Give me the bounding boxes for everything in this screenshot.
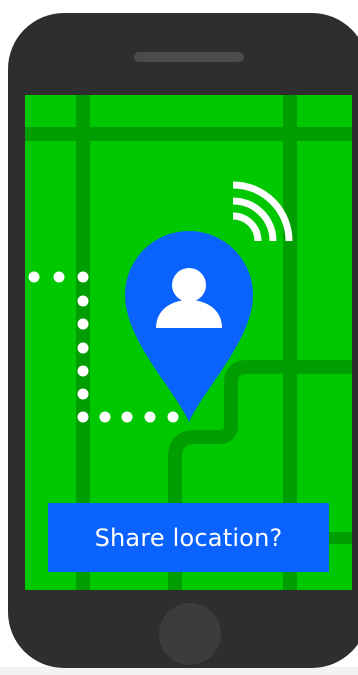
route-dot	[144, 411, 156, 423]
route-dot	[121, 411, 133, 423]
route-dot	[77, 365, 89, 377]
route-dot	[77, 295, 89, 307]
wifi-signal-icon	[232, 181, 293, 242]
signal-arc-inner	[232, 212, 262, 242]
route-dot	[77, 271, 89, 283]
route-dot	[77, 342, 89, 354]
route-dot	[77, 388, 89, 400]
route-dot	[77, 411, 89, 423]
route-dot	[28, 271, 40, 283]
ground-shadow	[0, 667, 358, 675]
user-head	[172, 268, 206, 302]
route-dot	[99, 411, 111, 423]
route-dot	[53, 271, 65, 283]
home-button[interactable]	[159, 603, 221, 665]
route-dot	[167, 411, 179, 423]
route-dot	[77, 318, 89, 330]
speaker-slot	[134, 52, 244, 62]
road-horizontal-top	[25, 127, 352, 141]
phone-illustration: Share location?	[0, 0, 358, 675]
share-location-button[interactable]: Share location?	[48, 503, 329, 572]
